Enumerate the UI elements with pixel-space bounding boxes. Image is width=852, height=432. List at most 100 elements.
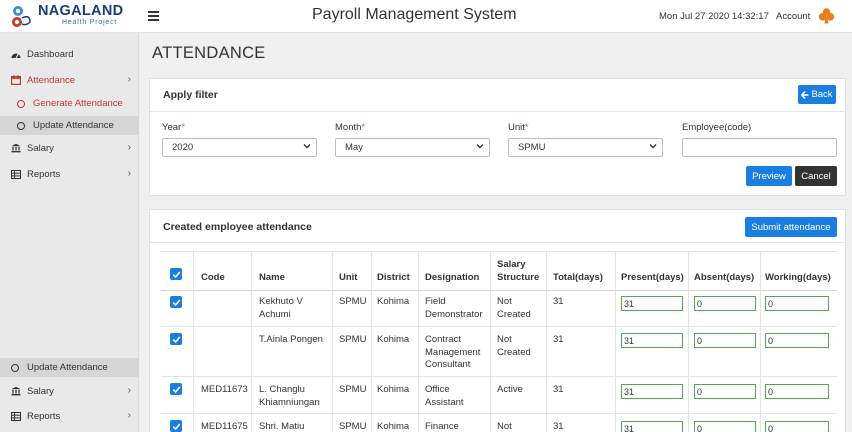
row-unit: SPMU [339,421,367,432]
row-name-line1: Shri. Matiu [259,421,305,432]
row-salary-structure-line2: Created [497,347,531,358]
sidebar-item-label: Update Attendance [33,120,114,131]
attendance-card-header: Created employee attendance Submit atten… [150,210,845,243]
year-select[interactable]: 2020 [162,138,317,157]
sidebar-item-attendance[interactable]: Attendance › [0,69,139,91]
row-absent-days-input[interactable]: 0 [694,333,756,348]
column-header-working-days: Working(days) [765,272,831,283]
account-menu[interactable]: Account [776,11,810,22]
column-divider [251,251,252,432]
required-marker: * [361,122,366,133]
row-salary-structure-line1: Not [497,296,512,307]
row-divider [161,326,837,327]
row-unit: SPMU [339,384,367,395]
column-header-district: District [377,272,410,283]
row-total-days: 31 [553,421,564,432]
required-marker: * [181,122,185,133]
sidebar-item-label: Generate Attendance [33,98,123,109]
row-absent-days-input[interactable]: 0 [694,421,756,432]
preview-button[interactable]: Preview [746,166,792,186]
back-button[interactable]: Back [798,85,836,104]
column-divider [332,251,333,432]
sidebar-subitem-update-attendance[interactable]: Update Attendance [0,116,139,135]
filter-card-title: Apply filter [163,89,218,101]
logo-emblem-icon [12,6,31,27]
row-name-line2: Achumi [259,309,291,320]
sidebar-item-dashboard[interactable]: Dashboard [0,43,139,65]
menu-toggle-icon[interactable] [148,11,159,21]
checkmark-icon [172,298,180,306]
chevron-right-icon: › [127,168,131,179]
checkmark-icon [172,422,180,430]
row-absent-days-input[interactable]: 0 [694,384,756,399]
sidebar-item-label: Salary [27,142,54,154]
sidebar-item-reports[interactable]: Reports › [0,163,139,185]
row-name-line2: Khiamniungan [259,397,320,408]
sidebar-item-salary-2[interactable]: Salary › [0,380,139,402]
month-select-value: May [345,142,363,153]
calendar-icon [11,75,21,85]
logo-subtitle: Health Project [62,19,118,26]
unit-select-value: SPMU [518,142,546,153]
row-working-days-input[interactable]: 0 [765,421,829,432]
column-divider [615,251,616,432]
row-district: Kohima [377,296,410,307]
employee-code-input[interactable] [682,138,837,157]
row-designation-line1: Field [425,296,446,307]
submit-attendance-button[interactable]: Submit attendance [745,217,837,237]
chevron-down-icon [476,144,484,149]
cancel-button[interactable]: Cancel [795,166,837,186]
row-checkbox[interactable] [170,420,182,432]
row-present-days-input[interactable]: 31 [621,296,683,311]
row-working-days-input[interactable]: 0 [765,384,829,399]
chevron-right-icon: › [127,410,131,421]
row-checkbox[interactable] [170,333,182,345]
table-icon [11,411,21,421]
checkmark-icon [172,335,180,343]
row-present-days-input[interactable]: 31 [621,384,683,399]
row-checkbox[interactable] [170,383,182,395]
unit-select[interactable]: SPMU [508,138,663,157]
nagaland-health-project-logo[interactable]: NAGALAND Health Project [8,3,133,29]
employee-code-label: Employee(code) [682,122,752,133]
select-all-checkbox[interactable] [170,268,182,280]
column-header-salary-structure-line1: Salary [497,259,526,270]
sidebar-subitem-generate-attendance[interactable]: Generate Attendance [0,94,139,113]
year-label-text: Year [162,122,182,133]
column-divider [546,251,547,432]
circle-icon [17,99,25,108]
table-icon [11,169,21,179]
month-select[interactable]: May [335,138,490,157]
row-present-days-input[interactable]: 31 [621,333,683,348]
row-name-line1: Kekhuto V [259,296,303,307]
row-designation-line2: Demonstrator [425,309,483,320]
row-working-days-input[interactable]: 0 [765,296,829,311]
row-working-days-input[interactable]: 0 [765,333,829,348]
row-absent-days-input[interactable]: 0 [694,296,756,311]
sidebar-item-salary[interactable]: Salary › [0,137,139,159]
row-divider [161,413,837,414]
row-designation-line2: Management [425,347,481,358]
bank-icon [11,386,21,396]
row-salary-structure-line1: Not [497,421,512,432]
column-divider [688,251,689,432]
sidebar-item-label: Dashboard [27,48,74,60]
sidebar-item-reports-2[interactable]: Reports › [0,405,139,427]
row-name-line1: L. Changlu [259,384,305,395]
attendance-card-title: Created employee attendance [163,221,312,233]
sidebar: Dashboard Attendance › Generate Attendan… [0,33,139,432]
table-top-border [161,251,837,252]
unit-label-text: Unit [508,122,525,133]
chevron-right-icon: › [127,142,131,153]
row-name-line1: T.Ainla Pongen [259,334,323,345]
account-club-icon[interactable] [818,7,835,24]
row-checkbox[interactable] [170,296,182,308]
row-designation-line1: Finance [425,421,459,432]
row-district: Kohima [377,334,410,345]
sidebar-subitem-update-attendance-2[interactable]: Update Attendance [0,358,139,377]
table-header-bottom-border [161,290,837,291]
year-label: Year* [162,122,185,133]
row-designation-line1: Contract [425,334,461,345]
row-present-days-input[interactable]: 31 [621,421,683,432]
attendance-card: Created employee attendance Submit atten… [149,209,846,432]
